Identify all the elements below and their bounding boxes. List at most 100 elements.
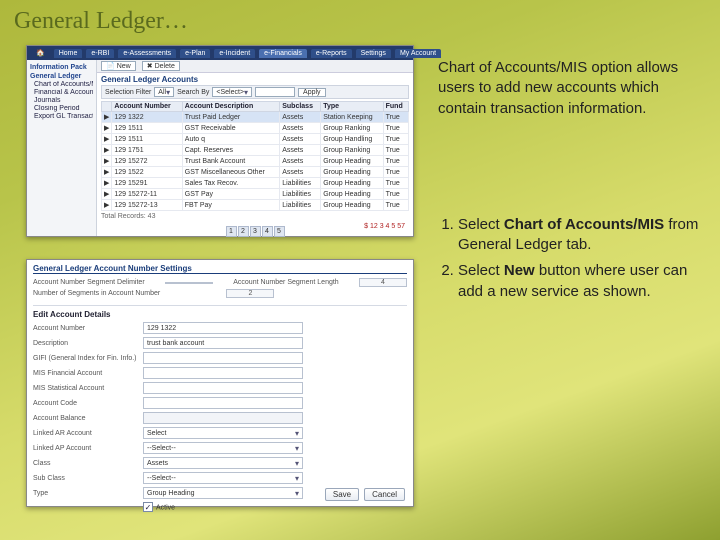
table-row[interactable]: ▶129 1322Trust Paid LedgerAssetsStation … <box>102 112 409 123</box>
mis-fin-input[interactable] <box>143 367 303 379</box>
field-label: Description <box>33 340 143 347</box>
grid-title: General Ledger Accounts <box>101 75 409 84</box>
linked-ar-select[interactable]: Select▾ <box>143 427 303 439</box>
new-button[interactable]: 📄 New <box>101 61 136 71</box>
nav-tab[interactable]: Home <box>54 49 83 58</box>
page-button[interactable]: 5 <box>274 226 285 237</box>
edit-account-form: General Ledger Account Number Settings A… <box>26 259 414 507</box>
table-row[interactable]: ▶129 1511Auto qAssetsGroup HandlingTrue <box>102 134 409 145</box>
nav-tab[interactable]: e-Assessments <box>118 49 176 58</box>
field-label: GIFI (General Index for Fin. Info.) <box>33 355 143 362</box>
filter-label: Selection Filter <box>105 89 151 96</box>
nav-tab[interactable]: e-RBI <box>86 49 114 58</box>
col-header[interactable]: Type <box>321 102 383 112</box>
linked-ap-select[interactable]: --Select--▾ <box>143 442 303 454</box>
chevron-down-icon: ▾ <box>295 444 299 453</box>
form-header: General Ledger Account Number Settings <box>33 264 407 274</box>
grid-toolbar: 📄 New ✖ Delete <box>97 60 413 73</box>
table-row[interactable]: ▶129 1511GST ReceivableAssetsGroup Ranki… <box>102 123 409 134</box>
field-label: Linked AP Account <box>33 445 143 452</box>
accounts-table: Account Number Account Description Subcl… <box>101 101 409 211</box>
field-label: MIS Financial Account <box>33 370 143 377</box>
step-1: Select Chart of Accounts/MIS from Genera… <box>458 215 700 256</box>
page-title: General Ledger… <box>14 8 188 35</box>
step-2: Select New button where user can add a n… <box>458 261 700 302</box>
page-button[interactable]: 3 <box>250 226 261 237</box>
table-row[interactable]: ▶129 15291Sales Tax Recov.LiabilitiesGro… <box>102 178 409 189</box>
chevron-down-icon: ▾ <box>295 474 299 483</box>
chevron-down-icon: ▾ <box>295 459 299 468</box>
col-header[interactable]: Fund <box>383 102 408 112</box>
field-label: Class <box>33 460 143 467</box>
segment-value: 2 <box>226 289 274 298</box>
chevron-down-icon: ▾ <box>244 88 248 97</box>
page-button[interactable]: 4 <box>262 226 273 237</box>
nav-home-icon[interactable]: 🏠 <box>31 48 50 58</box>
sidebar-item[interactable]: Financial & Account Classes <box>34 89 93 96</box>
pager: 1 2 3 4 5 <box>101 226 409 237</box>
field-label: Account Balance <box>33 415 143 422</box>
col-header[interactable]: Account Number <box>112 102 182 112</box>
sidebar-item[interactable]: Chart of Accounts/MIS <box>34 81 93 88</box>
description-text: Chart of Accounts/MIS option allows user… <box>438 58 700 119</box>
filter-select[interactable]: <Select> ▾ <box>212 87 252 97</box>
segment-row: Number of Segments in Account Number2 <box>33 288 407 299</box>
description-column: Chart of Accounts/MIS option allows user… <box>438 58 700 308</box>
description-input[interactable]: trust bank account <box>143 337 303 349</box>
col-header[interactable]: Subclass <box>280 102 321 112</box>
table-row[interactable]: ▶129 15272-11GST PayLiabilitiesGroup Hea… <box>102 189 409 200</box>
save-button[interactable]: Save <box>325 488 359 501</box>
sidebar-item[interactable]: Journals <box>34 97 93 104</box>
table-row[interactable]: ▶129 1522GST Miscellaneous OtherAssetsGr… <box>102 167 409 178</box>
nav-tab[interactable]: Settings <box>356 49 391 58</box>
sidebar-item[interactable]: Closing Period <box>34 105 93 112</box>
sidebar-item[interactable]: Export GL Transactions <box>34 113 93 120</box>
segment-value <box>165 282 213 284</box>
nav-tab[interactable]: e-Plan <box>180 49 210 58</box>
gifi-input[interactable] <box>143 352 303 364</box>
field-label: Linked AR Account <box>33 430 143 437</box>
grid-total: $ 12 3 4 5 57 <box>364 223 405 230</box>
field-label: Account Number <box>33 325 143 332</box>
nav-tab[interactable]: My Account <box>395 49 441 58</box>
account-balance-display <box>143 412 303 424</box>
nav-tab[interactable]: e-Incident <box>214 49 255 58</box>
steps-list: Select Chart of Accounts/MIS from Genera… <box>438 215 700 302</box>
search-input[interactable] <box>255 87 295 97</box>
segment-value: 4 <box>359 278 407 287</box>
col-header[interactable]: Account Description <box>182 102 279 112</box>
filter-select[interactable]: All ▾ <box>154 87 174 97</box>
total-records: Total Records: 43 <box>101 213 409 220</box>
mis-stat-input[interactable] <box>143 382 303 394</box>
account-code-input[interactable] <box>143 397 303 409</box>
table-row[interactable]: ▶129 1751Capt. ReservesAssetsGroup Ranki… <box>102 145 409 156</box>
accounts-grid-screenshot: 🏠 Home e-RBI e-Assessments e-Plan e-Inci… <box>26 45 414 237</box>
field-label: Type <box>33 490 143 497</box>
col-header[interactable] <box>102 102 112 112</box>
class-select[interactable]: Assets▾ <box>143 457 303 469</box>
field-label: Account Code <box>33 400 143 407</box>
chevron-down-icon: ▾ <box>295 429 299 438</box>
page-button[interactable]: 1 <box>226 226 237 237</box>
nav-tab-active[interactable]: e-Financials <box>259 49 307 58</box>
table-row[interactable]: ▶129 15272Trust Bank AccountAssetsGroup … <box>102 156 409 167</box>
segment-row: Account Number Segment Delimiter Account… <box>33 277 407 288</box>
cancel-button[interactable]: Cancel <box>364 488 405 501</box>
account-number-input[interactable]: 129 1322 <box>143 322 303 334</box>
subclass-select[interactable]: --Select--▾ <box>143 472 303 484</box>
chevron-down-icon: ▾ <box>295 489 299 498</box>
field-label: MIS Statistical Account <box>33 385 143 392</box>
table-row[interactable]: ▶129 15272-13FBT PayLiabilitiesGroup Hea… <box>102 200 409 211</box>
nav-tab[interactable]: e-Reports <box>311 49 352 58</box>
page-button[interactable]: 2 <box>238 226 249 237</box>
edit-header: Edit Account Details <box>33 305 407 319</box>
type-select[interactable]: Group Heading▾ <box>143 487 303 499</box>
checkbox-icon: ✓ <box>143 502 153 512</box>
delete-button[interactable]: ✖ Delete <box>142 61 180 71</box>
field-label: Sub Class <box>33 475 143 482</box>
sidebar: Information Pack General Ledger Chart of… <box>27 60 97 236</box>
active-checkbox[interactable]: ✓Active <box>143 502 175 512</box>
sidebar-heading: Information Pack <box>30 64 93 71</box>
chevron-down-icon: ▾ <box>166 88 170 97</box>
apply-filter-button[interactable]: Apply <box>298 88 326 97</box>
